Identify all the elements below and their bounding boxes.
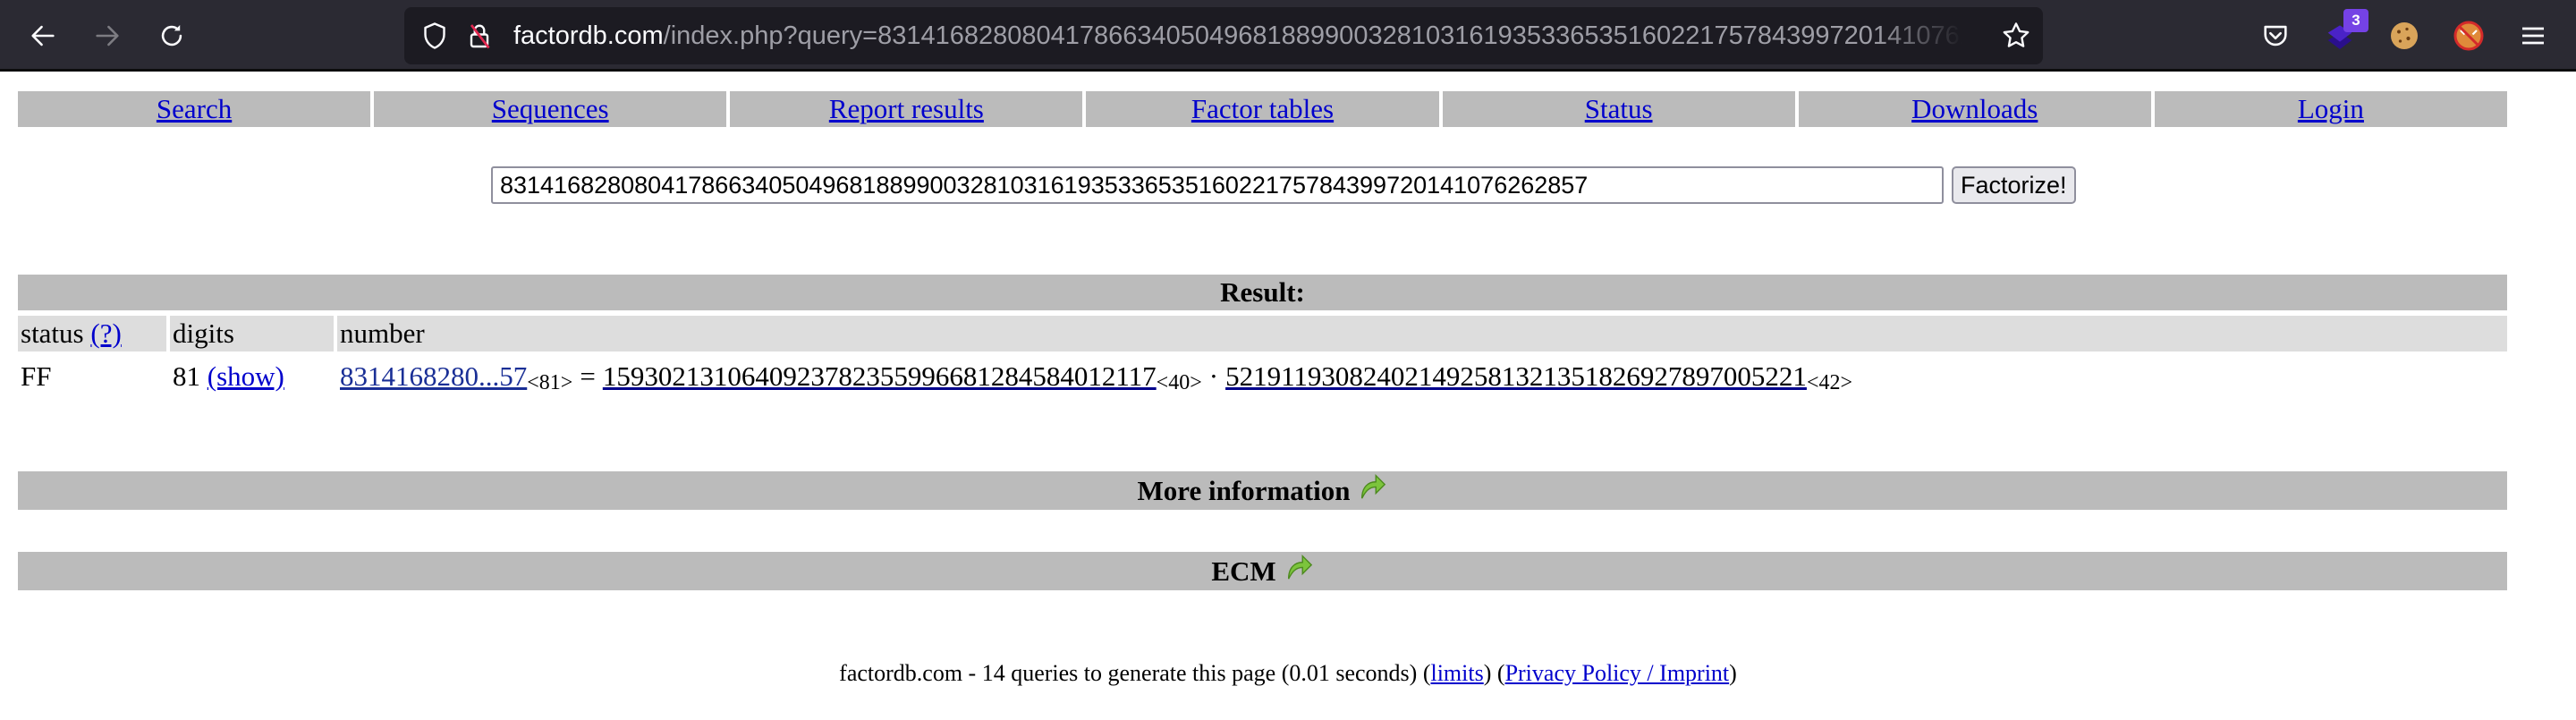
nav-link-sequences[interactable]: Sequences — [492, 93, 609, 125]
digits-cell: 81 (show) — [170, 355, 334, 398]
nav-link-login[interactable]: Login — [2298, 93, 2364, 125]
more-information-label: More information — [1137, 474, 1351, 506]
green-arrow-icon[interactable] — [1357, 470, 1387, 501]
footer: factordb.com - 14 queries to generate th… — [0, 660, 2576, 687]
header-status: status (?) — [18, 316, 166, 352]
footer-separator: ) ( — [1483, 660, 1505, 686]
nav-cell-report-results: Report results — [730, 91, 1083, 127]
insecure-lock-icon[interactable] — [463, 20, 496, 52]
number-digit-count: <81> — [527, 370, 573, 394]
header-number: number — [337, 316, 2507, 352]
url-path: /index.php?query=83141682808041786634050… — [663, 21, 1962, 50]
nav-cell-factor-tables: Factor tables — [1086, 91, 1439, 127]
cookie-extension-button[interactable] — [2383, 14, 2426, 57]
tracking-protection-shield-icon[interactable] — [419, 20, 451, 52]
ecm-bar[interactable]: ECM — [18, 552, 2507, 590]
table-row: FF 81 (show) 8314168280...57 <81> = 15930… — [18, 355, 2507, 398]
bookmark-star-icon[interactable] — [2000, 20, 2032, 52]
nav-link-status[interactable]: Status — [1585, 93, 1653, 125]
extension-badge: 3 — [2343, 9, 2368, 32]
result-header-row: status (?) digits number — [18, 316, 2507, 352]
nav-cell-search: Search — [18, 91, 371, 127]
back-icon — [31, 25, 55, 47]
factor-link[interactable]: 1593021310640923782355996681284584012117 — [603, 360, 1157, 393]
nav-cell-login: Login — [2154, 91, 2507, 127]
query-input[interactable] — [491, 166, 1944, 204]
nav-link-downloads[interactable]: Downloads — [1911, 93, 2038, 125]
nav-cell-downloads: Downloads — [1798, 91, 2151, 127]
pocket-button[interactable] — [2254, 14, 2297, 57]
extension-stack-button[interactable]: 3 — [2318, 9, 2368, 57]
status-help-link[interactable]: (?) — [90, 318, 121, 350]
nav-cell-status: Status — [1442, 91, 1795, 127]
url-domain: factordb.com — [513, 21, 664, 50]
more-information-bar[interactable]: More information — [18, 471, 2507, 510]
header-status-label: status — [21, 318, 84, 349]
nav-link-search[interactable]: Search — [157, 93, 232, 125]
cookie-extension-icon — [2391, 22, 2418, 49]
nav-cell-sequences: Sequences — [374, 91, 727, 127]
show-number-link[interactable]: (show) — [208, 360, 284, 393]
pocket-icon — [2264, 25, 2287, 47]
hamburger-menu-icon — [2522, 27, 2544, 45]
header-digits: digits — [170, 316, 334, 352]
factorize-button[interactable]: Factorize! — [1952, 166, 2076, 204]
forward-button[interactable] — [88, 16, 127, 55]
blocked-fox-extension-button[interactable] — [2447, 14, 2490, 57]
main-nav: Search Sequences Report results Factor t… — [18, 91, 2507, 127]
reload-icon — [161, 24, 182, 47]
green-arrow-icon[interactable] — [1284, 551, 1314, 581]
back-button[interactable] — [23, 16, 63, 55]
search-form: Factorize! — [491, 166, 2076, 204]
url-text[interactable]: factordb.com/index.php?query=83141682808… — [513, 7, 1962, 64]
nav-link-factor-tables[interactable]: Factor tables — [1191, 93, 1334, 125]
forward-icon — [96, 25, 119, 47]
status-value: FF — [21, 360, 52, 392]
factor-digit-count: <42> — [1806, 370, 1853, 394]
result-heading: Result: — [18, 275, 2507, 310]
ecm-label: ECM — [1211, 555, 1276, 587]
factor-digit-count: <40> — [1156, 370, 1202, 394]
limits-link[interactable]: limits — [1430, 660, 1483, 686]
footer-text: factordb.com - 14 queries to generate th… — [839, 660, 1431, 686]
footer-end: ) — [1729, 660, 1737, 686]
privacy-policy-link[interactable]: Privacy Policy / Imprint — [1505, 660, 1730, 686]
blocked-fox-extension-icon — [2453, 21, 2484, 51]
reload-button[interactable] — [152, 16, 191, 55]
factor-link[interactable]: 5219119308240214925813213518269278970052… — [1225, 360, 1807, 393]
url-bar[interactable]: factordb.com/index.php?query=83141682808… — [404, 7, 2043, 64]
number-cell: 8314168280...57 <81> = 159302131064092378… — [337, 355, 2507, 398]
digits-value: 81 — [173, 360, 200, 392]
browser-toolbar: factordb.com/index.php?query=83141682808… — [0, 0, 2576, 72]
hamburger-menu-button[interactable] — [2512, 14, 2555, 57]
nav-link-report-results[interactable]: Report results — [829, 93, 984, 125]
times-sign: · — [1208, 360, 1219, 392]
equals-sign: = — [580, 360, 596, 392]
number-link[interactable]: 8314168280...57 — [340, 360, 527, 393]
